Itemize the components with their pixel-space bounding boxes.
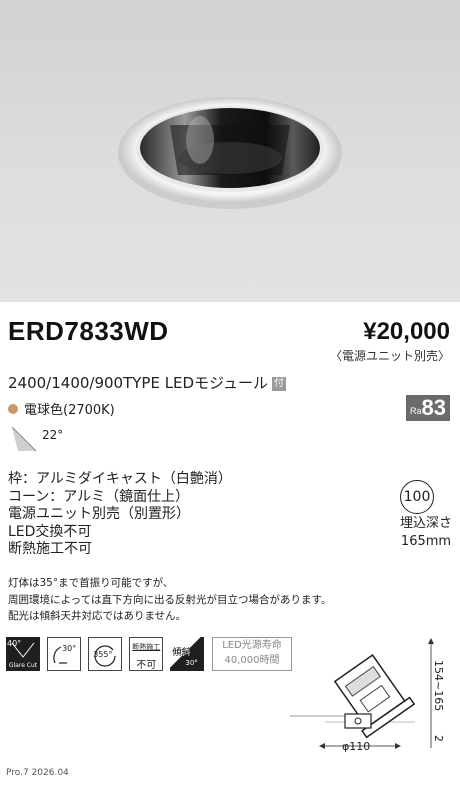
rotate-angle: 355° [93, 650, 113, 659]
color-temp-text: 電球色(2700K) [24, 403, 115, 418]
price-note: 〈電源ユニット別売〉 [329, 349, 450, 363]
insulation-label: 断熱施工 [132, 643, 161, 651]
glare-cut-label: Glare Cut [8, 662, 38, 669]
product-photo [0, 0, 460, 302]
spec-item: 電源ユニット別売（別置形） [8, 506, 190, 522]
spec-item: 枠：アルミダイキャスト（白艶消） [8, 471, 232, 487]
hole-dimension: φ110 [342, 740, 371, 753]
feature-icons: 40° Glare Cut 30° 355° 断熱施工 不可 傾斜 30° [6, 637, 206, 671]
type-text: 2400/1400/900TYPE LEDモジュール [8, 374, 269, 392]
spec-item: 断熱施工不可 [8, 541, 92, 557]
led-life-label: LED光源寿命 [222, 640, 282, 651]
hole-size-circle: 100 [400, 480, 434, 514]
spec-list: 枠：アルミダイキャスト（白艶消） コーン：アルミ（鏡面仕上） 電源ユニット別売（… [8, 471, 232, 559]
spec-item: コーン：アルミ（鏡面仕上） [8, 488, 190, 505]
slope-ceiling-icon: 傾斜 30° [170, 637, 205, 671]
embed-depth-value: 165mm [400, 534, 452, 549]
warm-color-dot-icon [8, 404, 18, 414]
note-line: 灯体は35°まで首振り可能ですが、 [8, 577, 174, 589]
height-dimension: 154~165 [432, 660, 445, 712]
included-badge: 付 [272, 377, 287, 391]
rotate-355-icon: 355° [88, 637, 123, 671]
embed-depth: 埋込深さ 165mm [400, 515, 452, 551]
ra-label: Ra [410, 406, 422, 416]
insulation-icon: 断熱施工 不可 [129, 637, 164, 671]
note-line: 配光は傾斜天井対応ではありません。 [8, 610, 187, 622]
beam-angle-icon [11, 426, 37, 452]
glare-cut-icon: 40° Glare Cut [6, 637, 40, 671]
tilt-30-icon: 30° [47, 637, 82, 671]
ra-value: 83 [421, 395, 446, 420]
color-temperature: 電球色(2700K) [8, 399, 115, 418]
led-life-box: LED光源寿命 40,000時間 [212, 637, 292, 671]
glare-cut-angle: 40° [7, 639, 22, 648]
slope-angle: 30° [185, 659, 198, 667]
depth-mark: 2 [432, 735, 445, 742]
beam-angle-value: 22° [42, 428, 64, 442]
tilt-angle: 30° [62, 644, 77, 653]
embed-depth-label: 埋込深さ [399, 516, 452, 531]
footer-revision: Pro.7 2026.04 [6, 768, 69, 778]
price: ¥20,000 [363, 318, 450, 345]
downlight-image [118, 97, 342, 209]
spec-item: LED交換不可 [8, 523, 92, 540]
slope-label: 傾斜 [172, 648, 191, 658]
insulation-status: 不可 [136, 660, 157, 671]
ra-badge: Ra83 [406, 395, 450, 421]
led-life-value: 40,000時間 [224, 655, 280, 666]
type-line: 2400/1400/900TYPE LEDモジュール付 [8, 372, 287, 393]
note-line: 周囲環境によっては直下方向に出る反射光が目立つ場合があります。 [8, 593, 332, 606]
notes: 灯体は35°まで首振り可能ですが、 周囲環境によっては直下方向に出る反射光が目立… [8, 575, 331, 625]
model-number: ERD7833WD [8, 316, 169, 346]
